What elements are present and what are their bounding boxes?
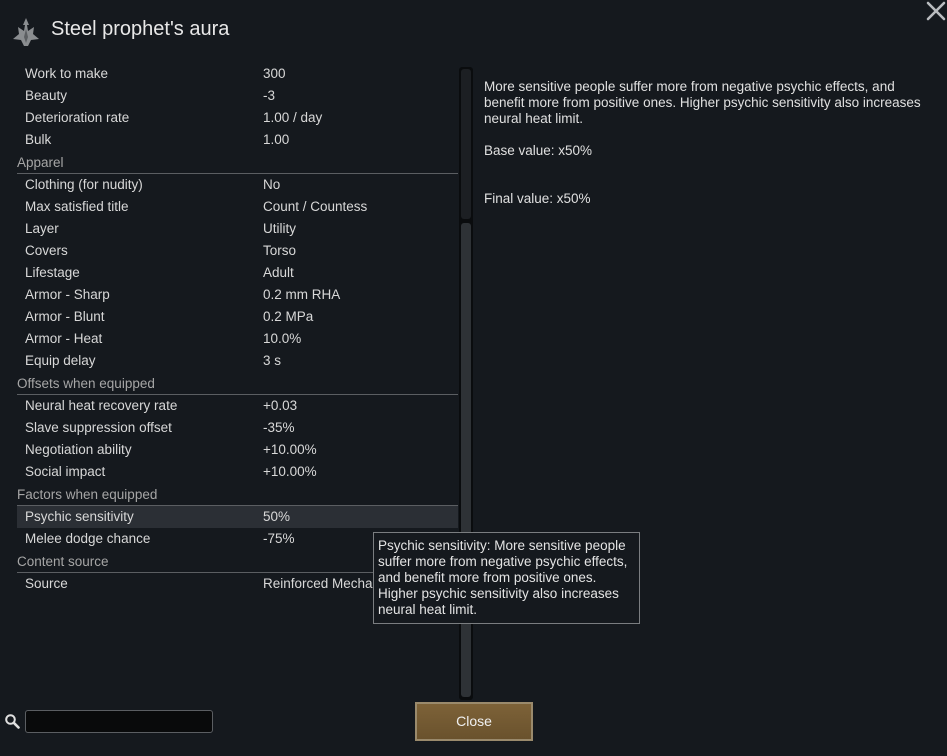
category-header-factors: Factors when equipped: [17, 483, 458, 506]
final-value-text: Final value: x50%: [484, 191, 591, 206]
stat-value: 3 s: [263, 353, 282, 368]
stat-description-panel: More sensitive people suffer more from n…: [484, 79, 924, 223]
stat-value: 0.2 mm RHA: [263, 287, 341, 302]
stat-label: Armor - Sharp: [25, 287, 110, 302]
stat-label: Layer: [25, 221, 59, 236]
stat-row-psychic-sensitivity[interactable]: Psychic sensitivity 50%: [17, 506, 458, 528]
close-button[interactable]: Close: [415, 702, 533, 741]
stat-label: Source: [25, 576, 68, 591]
category-header-apparel: Apparel: [17, 151, 458, 174]
psychic-headgear-icon: [13, 18, 39, 46]
stat-label: Lifestage: [25, 265, 80, 280]
stat-value: 1.00: [263, 132, 290, 147]
stat-row-bulk[interactable]: Bulk 1.00: [17, 129, 458, 151]
stat-row-neural-heat-recovery[interactable]: Neural heat recovery rate +0.03: [17, 395, 458, 417]
stat-value: +10.00%: [263, 464, 317, 479]
stat-label: Equip delay: [25, 353, 96, 368]
stat-label: Social impact: [25, 464, 106, 479]
stat-row-deterioration-rate[interactable]: Deterioration rate 1.00 / day: [17, 107, 458, 129]
stat-value: Adult: [263, 265, 294, 280]
stat-value: 1.00 / day: [263, 110, 323, 125]
stat-row-max-satisfied-title[interactable]: Max satisfied title Count / Countess: [17, 196, 458, 218]
stat-row-lifestage[interactable]: Lifestage Adult: [17, 262, 458, 284]
stat-value: 300: [263, 66, 286, 81]
stats-top-group: Work to make 300 Beauty -3 Deterioration…: [17, 63, 458, 151]
window-title: Steel prophet's aura: [51, 18, 230, 40]
stat-row-slave-suppression[interactable]: Slave suppression offset -35%: [17, 417, 458, 439]
stat-value: +0.03: [263, 398, 298, 413]
stat-label: Deterioration rate: [25, 110, 130, 125]
close-x-icon[interactable]: [925, 0, 947, 22]
stat-value: 10.0%: [263, 331, 302, 346]
stat-value: -3: [263, 88, 276, 103]
info-window: Steel prophet's aura Work to make 300 Be…: [0, 0, 947, 756]
tooltip: Psychic sensitivity: More sensitive peop…: [373, 532, 640, 624]
stat-row-armor-heat[interactable]: Armor - Heat 10.0%: [17, 328, 458, 350]
stat-value: Count / Countess: [263, 199, 368, 214]
stat-label: Psychic sensitivity: [25, 509, 134, 524]
stat-value: 0.2 MPa: [263, 309, 314, 324]
stat-row-clothing-for-nudity[interactable]: Clothing (for nudity) No: [17, 174, 458, 196]
stat-value: -75%: [263, 531, 295, 546]
stat-label: Armor - Heat: [25, 331, 103, 346]
stat-label: Bulk: [25, 132, 52, 147]
stat-row-social-impact[interactable]: Social impact +10.00%: [17, 461, 458, 483]
stat-row-negotiation-ability[interactable]: Negotiation ability +10.00%: [17, 439, 458, 461]
stat-value: Utility: [263, 221, 296, 236]
stat-value: No: [263, 177, 281, 192]
stat-label: Max satisfied title: [25, 199, 129, 214]
scrollbar-thumb[interactable]: [461, 223, 471, 697]
stat-label: Clothing (for nudity): [25, 177, 143, 192]
stat-label: Slave suppression offset: [25, 420, 172, 435]
scrollbar-track-upper: [461, 69, 471, 219]
stat-label: Melee dodge chance: [25, 531, 151, 546]
search-icon: [5, 714, 20, 729]
stat-description-text: More sensitive people suffer more from n…: [484, 79, 921, 126]
stat-label: Neural heat recovery rate: [25, 398, 178, 413]
category-header-offsets: Offsets when equipped: [17, 372, 458, 395]
stat-row-work-to-make[interactable]: Work to make 300: [17, 63, 458, 85]
stat-row-armor-blunt[interactable]: Armor - Blunt 0.2 MPa: [17, 306, 458, 328]
stat-row-beauty[interactable]: Beauty -3: [17, 85, 458, 107]
stat-label: Beauty: [25, 88, 68, 103]
stat-label: Covers: [25, 243, 68, 258]
stat-label: Work to make: [25, 66, 109, 81]
stat-value: -35%: [263, 420, 295, 435]
stat-label: Negotiation ability: [25, 442, 132, 457]
base-value-text: Base value: x50%: [484, 143, 593, 158]
stat-value: 50%: [263, 509, 291, 524]
stat-value: Torso: [263, 243, 297, 258]
stat-label: Armor - Blunt: [25, 309, 105, 324]
stat-row-equip-delay[interactable]: Equip delay 3 s: [17, 350, 458, 372]
stat-row-armor-sharp[interactable]: Armor - Sharp 0.2 mm RHA: [17, 284, 458, 306]
stat-value: +10.00%: [263, 442, 317, 457]
stat-row-layer[interactable]: Layer Utility: [17, 218, 458, 240]
stat-row-covers[interactable]: Covers Torso: [17, 240, 458, 262]
search-input[interactable]: [25, 710, 213, 733]
